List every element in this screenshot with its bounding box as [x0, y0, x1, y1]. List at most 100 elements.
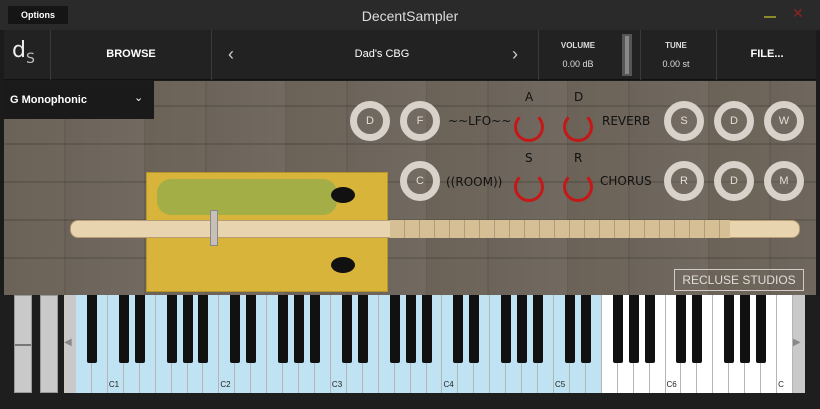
sound-hole — [331, 257, 355, 273]
pitch-wheel[interactable] — [14, 295, 32, 393]
black-key[interactable] — [692, 295, 703, 363]
black-key[interactable] — [612, 295, 623, 363]
arrow-left-icon: ◀ — [64, 337, 72, 348]
divider — [538, 30, 539, 80]
knob-label: S — [680, 115, 688, 127]
black-key[interactable] — [86, 295, 97, 363]
octave-label: C4 — [443, 380, 454, 389]
black-key[interactable] — [501, 295, 512, 363]
black-key[interactable] — [198, 295, 209, 363]
knob-label: D — [366, 115, 374, 127]
black-key[interactable] — [310, 295, 320, 363]
sustain-knob[interactable] — [514, 172, 544, 202]
black-key[interactable] — [517, 295, 528, 363]
arrow-right-icon: ▶ — [793, 337, 801, 348]
octave-label: C5 — [555, 380, 566, 389]
tune-label: TUNE — [665, 41, 687, 50]
decay-knob[interactable] — [563, 112, 593, 142]
release-knob[interactable] — [563, 172, 593, 202]
preset-name[interactable]: Dad's CBG — [242, 48, 522, 60]
octave-label: C — [778, 380, 784, 389]
attack-knob[interactable] — [514, 112, 544, 142]
black-key[interactable] — [533, 295, 544, 363]
room-label: ((ROOM)) — [446, 175, 503, 189]
close-icon[interactable]: ✕ — [792, 5, 804, 22]
black-key[interactable] — [421, 295, 432, 363]
tune-value[interactable]: 0.00 st — [646, 59, 706, 69]
knob-reverb-damping[interactable]: D — [714, 101, 754, 141]
browse-button[interactable]: BROWSE — [64, 48, 198, 60]
knob-label: R — [680, 175, 688, 187]
keyboard-scroll-right[interactable]: ▶ — [793, 295, 805, 393]
knob-chorus-depth[interactable]: D — [714, 161, 754, 201]
black-key[interactable] — [724, 295, 735, 363]
knob-chorus-mix[interactable]: M — [764, 161, 804, 201]
paint-decoration — [157, 179, 337, 215]
black-key[interactable] — [740, 295, 751, 363]
black-key[interactable] — [134, 295, 145, 363]
black-key[interactable] — [294, 295, 305, 363]
minimize-icon[interactable] — [764, 16, 776, 18]
volume-value[interactable]: 0.00 dB — [548, 59, 608, 69]
attack-label: A — [525, 90, 534, 104]
piano-keyboard[interactable]: C1 C2 C3 C4 C5 C6 C — [76, 295, 793, 393]
knob-room[interactable]: C — [400, 161, 440, 201]
sound-hole — [331, 187, 355, 203]
black-key[interactable] — [166, 295, 177, 363]
fretboard-image — [390, 220, 730, 238]
black-key[interactable] — [756, 295, 767, 363]
previous-preset-icon[interactable]: ‹ — [228, 44, 234, 65]
studio-watermark: RECLUSE STUDIOS — [674, 269, 804, 291]
lfo-label: ~~LFO~~ — [448, 114, 512, 128]
decay-label: D — [574, 90, 584, 104]
keyboard-area: ◀ C1 C2 C3 C4 C5 C6 C ▶ — [0, 295, 820, 409]
divider — [716, 30, 717, 80]
knob-chorus-rate[interactable]: R — [664, 161, 704, 201]
instrument-panel: G Monophonic ⌄ D F ~~LFO~~ C ((ROOM)) A … — [4, 81, 816, 295]
black-key[interactable] — [230, 295, 241, 363]
mode-selected-value: G Monophonic — [10, 94, 87, 106]
black-key[interactable] — [644, 295, 655, 363]
next-preset-icon[interactable]: › — [512, 44, 518, 65]
keyboard-scroll-left[interactable]: ◀ — [64, 295, 76, 393]
knob-reverb-size[interactable]: S — [664, 101, 704, 141]
black-key[interactable] — [453, 295, 464, 363]
black-key[interactable] — [357, 295, 368, 363]
black-key[interactable] — [628, 295, 639, 363]
knob-label: W — [778, 115, 790, 127]
black-key[interactable] — [676, 295, 687, 363]
black-key[interactable] — [341, 295, 352, 363]
reverb-label: REVERB — [602, 114, 651, 128]
black-key[interactable] — [182, 295, 193, 363]
top-toolbar: dS BROWSE ‹ Dad's CBG › VOLUME 0.00 dB T… — [4, 30, 816, 80]
octave-label: C2 — [220, 380, 231, 389]
knob-reverb-wet[interactable]: W — [764, 101, 804, 141]
volume-label: VOLUME — [560, 41, 596, 50]
octave-label: C1 — [108, 380, 120, 389]
white-key[interactable]: C — [777, 295, 793, 393]
black-key[interactable] — [118, 295, 129, 363]
knob-label: D — [730, 115, 738, 127]
mode-dropdown[interactable]: G Monophonic ⌄ — [4, 81, 154, 119]
black-key[interactable] — [469, 295, 480, 363]
divider — [211, 30, 212, 80]
mod-wheel[interactable] — [40, 295, 58, 393]
black-key[interactable] — [278, 295, 289, 363]
app-logo: dS — [12, 38, 35, 67]
knob-label: F — [416, 115, 424, 127]
octave-label: C6 — [666, 380, 677, 389]
black-key[interactable] — [580, 295, 591, 363]
black-key[interactable] — [405, 295, 416, 363]
knob-lfo-frequency[interactable]: F — [400, 101, 440, 141]
black-key[interactable] — [389, 295, 400, 363]
file-menu-button[interactable]: FILE... — [724, 48, 810, 60]
black-key[interactable] — [564, 295, 575, 363]
bridge-image — [210, 210, 218, 246]
wheel-center-line — [15, 344, 31, 346]
divider — [640, 30, 641, 80]
sustain-label: S — [525, 151, 533, 165]
window-title: DecentSampler — [361, 8, 459, 24]
knob-lfo-depth[interactable]: D — [350, 101, 390, 141]
black-key[interactable] — [246, 295, 257, 363]
chevron-down-icon: ⌄ — [134, 92, 144, 104]
